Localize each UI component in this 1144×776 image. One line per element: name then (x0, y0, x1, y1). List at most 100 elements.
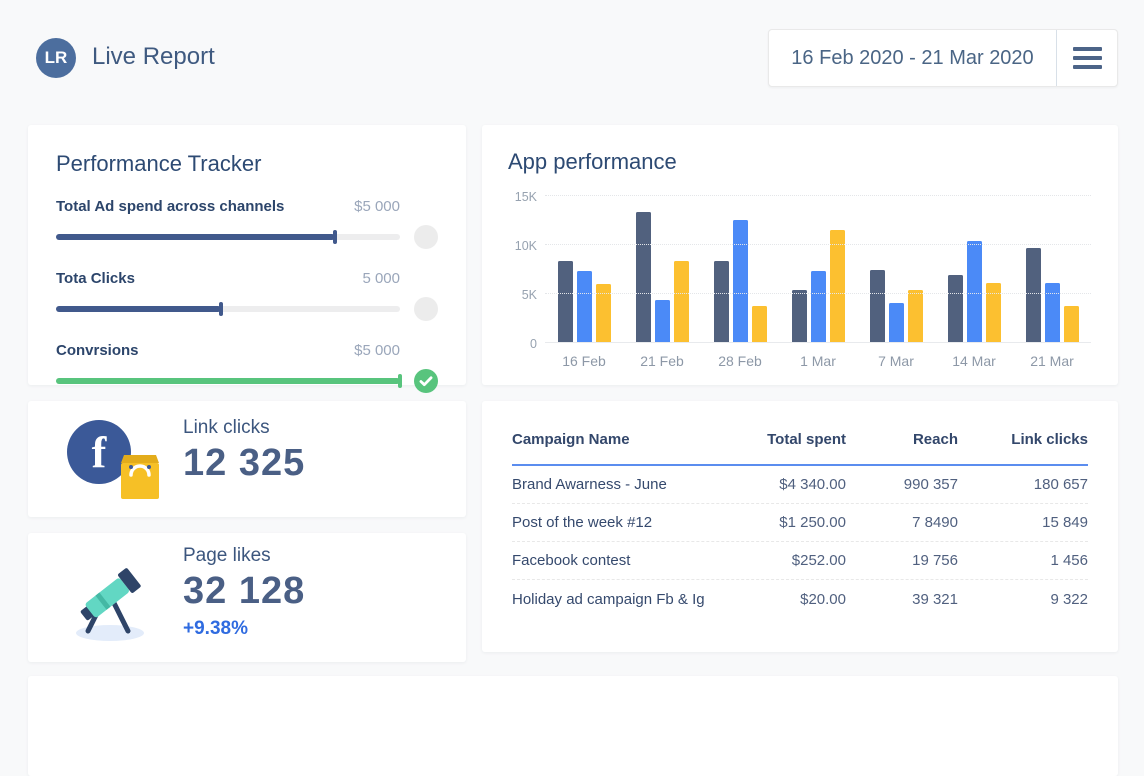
y-axis-tick: 0 (499, 337, 537, 351)
table-cell: 990 357 (846, 476, 958, 493)
table-row[interactable]: Holiday ad campaign Fb & Ig$20.0039 3219… (512, 580, 1088, 618)
column-header[interactable]: Reach (846, 431, 958, 448)
table-cell: 180 657 (958, 476, 1088, 493)
table-cell: 7 8490 (846, 514, 958, 531)
slider-line (56, 297, 438, 321)
gridline (545, 244, 1091, 245)
slider-head: Convrsions $5 000 (56, 342, 438, 359)
series-blue-bar[interactable] (733, 220, 748, 343)
series-blue-bar[interactable] (811, 271, 826, 343)
series-dark-bar[interactable] (714, 261, 729, 343)
bar-group (779, 230, 857, 343)
bar-group (1013, 248, 1091, 343)
slider-value: 5 000 (362, 270, 400, 287)
series-yellow-bar[interactable] (752, 306, 767, 343)
x-axis-tick: 16 Feb (545, 353, 623, 369)
table-cell: 15 849 (958, 514, 1088, 531)
x-axis-tick: 14 Mar (935, 353, 1013, 369)
stat-delta: +9.38% (183, 618, 305, 640)
performance-tracker-title: Performance Tracker (56, 151, 438, 177)
stat-value: 32 128 (183, 570, 305, 613)
telescope-icon (68, 545, 164, 650)
slider-line (56, 369, 438, 393)
series-dark-bar[interactable] (948, 275, 963, 343)
slider-row: Convrsions $5 000 (56, 342, 438, 393)
table-cell: 9 322 (958, 591, 1088, 608)
table-header-row: Campaign NameTotal spentReachLink clicks (512, 431, 1088, 466)
slider-head: Tota Clicks 5 000 (56, 270, 438, 287)
slider-label: Tota Clicks (56, 270, 135, 287)
series-yellow-bar[interactable] (674, 261, 689, 343)
table-row[interactable]: Post of the week #12$1 250.007 849015 84… (512, 504, 1088, 542)
facebook-shopping-bag-icon: f (66, 419, 166, 506)
series-blue-bar[interactable] (889, 303, 904, 343)
page-title: Live Report (92, 43, 215, 71)
campaigns-table-card: Campaign NameTotal spentReachLink clicks… (482, 401, 1118, 652)
slider-handle[interactable] (333, 230, 337, 244)
x-axis-labels: 16 Feb21 Feb28 Feb1 Mar7 Mar14 Mar21 Mar (545, 353, 1091, 369)
x-axis-tick: 28 Feb (701, 353, 779, 369)
series-blue-bar[interactable] (655, 300, 670, 343)
date-range-picker[interactable]: 16 Feb 2020 - 21 Mar 2020 (769, 30, 1056, 86)
table-cell: $1 250.00 (711, 514, 846, 531)
slider-label: Total Ad spend across channels (56, 198, 284, 215)
bar-group (623, 212, 701, 343)
series-dark-bar[interactable] (870, 270, 885, 343)
slider-handle[interactable] (398, 374, 402, 388)
slider-label: Convrsions (56, 342, 139, 359)
slider-list: Total Ad spend across channels$5 000Tota… (56, 198, 438, 393)
hamburger-icon (1073, 56, 1102, 60)
slider-row: Tota Clicks 5 000 (56, 270, 438, 321)
slider-value: $5 000 (354, 198, 400, 215)
series-yellow-bar[interactable] (830, 230, 845, 343)
series-blue-bar[interactable] (577, 271, 592, 343)
table-row[interactable]: Brand Awarness - June$4 340.00990 357180… (512, 466, 1088, 504)
slider-track[interactable] (56, 234, 400, 240)
series-dark-bar[interactable] (558, 261, 573, 343)
x-axis-tick: 1 Mar (779, 353, 857, 369)
table-cell: Facebook contest (512, 552, 711, 569)
column-header[interactable]: Campaign Name (512, 431, 711, 448)
table-cell: $4 340.00 (711, 476, 846, 493)
check-icon (414, 369, 438, 393)
link-clicks-card: f Link clicks 12 325 (28, 401, 466, 517)
gridline (545, 293, 1091, 294)
hamburger-menu-button[interactable] (1057, 30, 1117, 86)
table-cell: 1 456 (958, 552, 1088, 569)
slider-fill (56, 306, 221, 312)
status-circle-icon (414, 297, 438, 321)
bar-groups (545, 196, 1091, 343)
slider-track[interactable] (56, 306, 400, 312)
table-cell: $20.00 (711, 591, 846, 608)
series-dark-bar[interactable] (1026, 248, 1041, 343)
table-cell: Post of the week #12 (512, 514, 711, 531)
slider-handle[interactable] (219, 302, 223, 316)
stat-label: Page likes (183, 545, 305, 567)
column-header[interactable]: Total spent (711, 431, 846, 448)
series-yellow-bar[interactable] (1064, 306, 1079, 343)
svg-text:f: f (92, 428, 108, 477)
table-cell: 19 756 (846, 552, 958, 569)
slider-value: $5 000 (354, 342, 400, 359)
y-axis-tick: 15K (499, 190, 537, 204)
series-dark-bar[interactable] (636, 212, 651, 343)
header-controls: 16 Feb 2020 - 21 Mar 2020 (768, 29, 1118, 87)
stat-label: Link clicks (183, 417, 305, 439)
table-row[interactable]: Facebook contest$252.0019 7561 456 (512, 542, 1088, 580)
page-likes-stat: Page likes 32 128 +9.38% (183, 545, 305, 640)
table-body: Brand Awarness - June$4 340.00990 357180… (512, 466, 1088, 618)
hamburger-icon (1073, 47, 1102, 51)
stat-value: 12 325 (183, 442, 305, 485)
bar-group (701, 220, 779, 343)
table-cell: $252.00 (711, 552, 846, 569)
x-axis-tick: 21 Mar (1013, 353, 1091, 369)
chart-plot-area: 05K10K15K (545, 196, 1091, 343)
series-yellow-bar[interactable] (908, 290, 923, 343)
status-circle-icon (414, 225, 438, 249)
series-dark-bar[interactable] (792, 290, 807, 343)
column-header[interactable]: Link clicks (958, 431, 1088, 448)
slider-head: Total Ad spend across channels $5 000 (56, 198, 438, 215)
slider-track[interactable] (56, 378, 400, 384)
app-logo: LR (36, 38, 76, 78)
slider-line (56, 225, 438, 249)
